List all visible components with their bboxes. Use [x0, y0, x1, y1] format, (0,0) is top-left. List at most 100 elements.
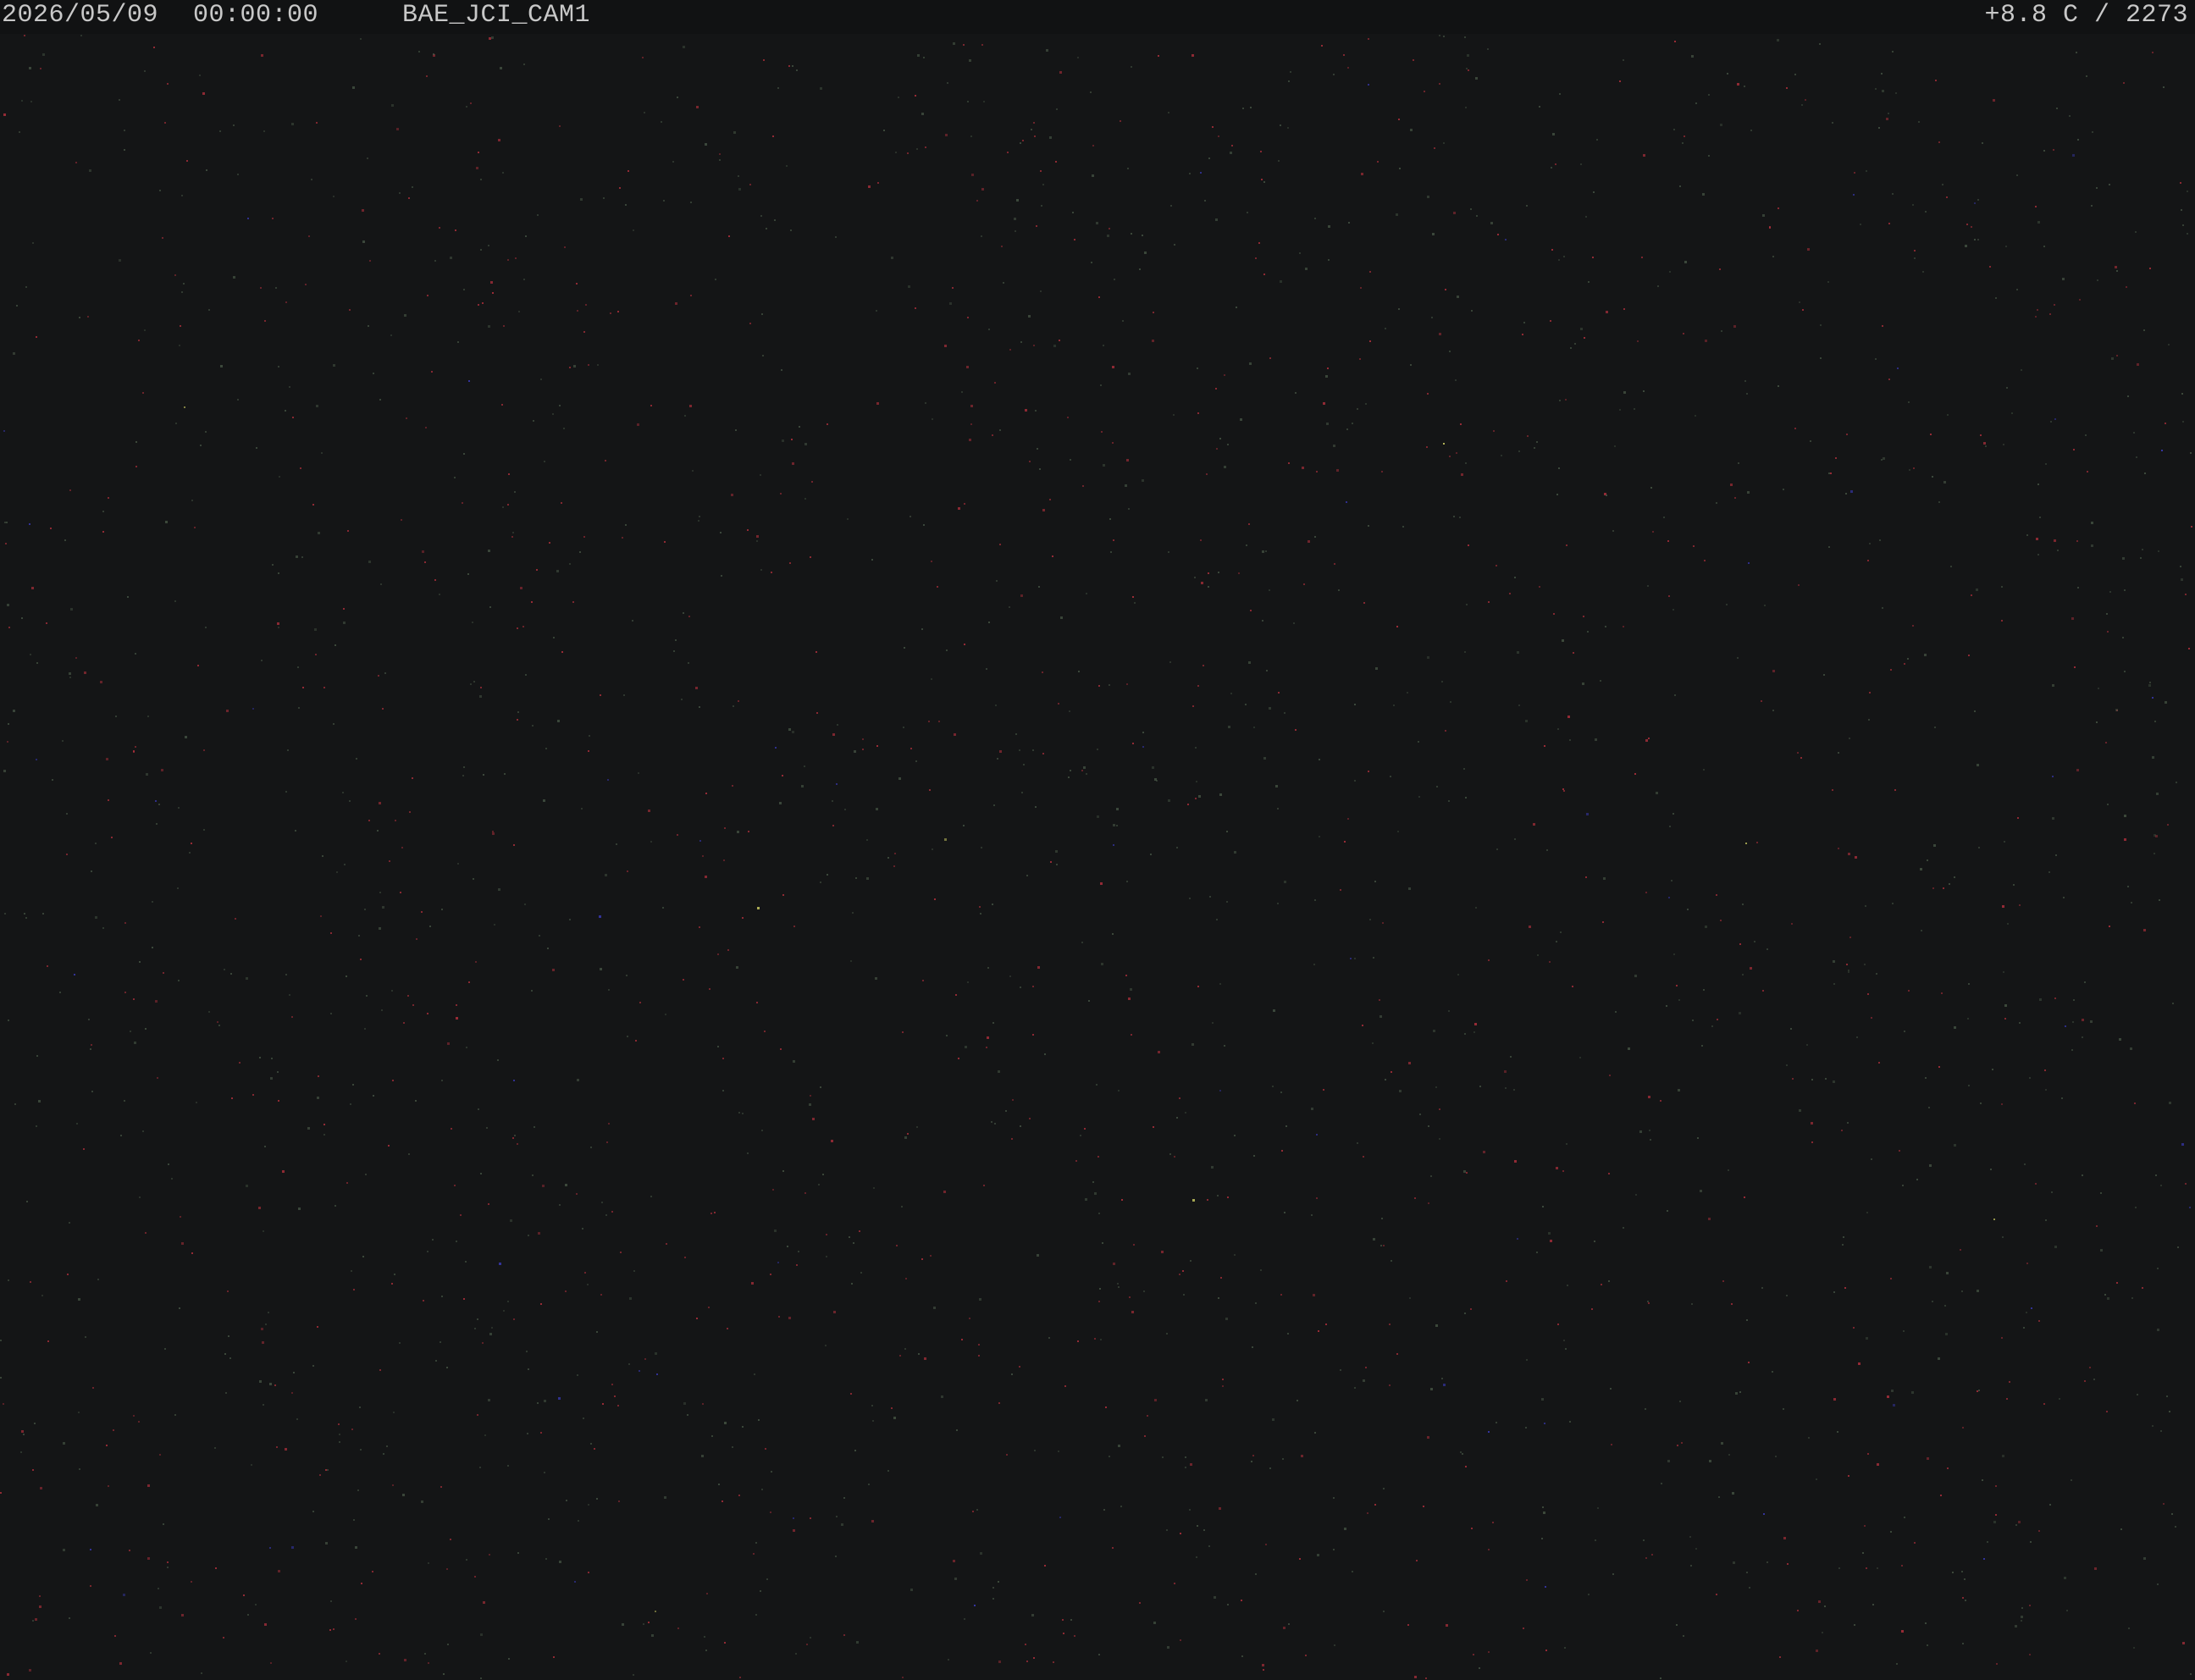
hot-pixel — [1588, 281, 1590, 283]
hot-pixel — [23, 1434, 25, 1435]
hot-pixel — [2062, 278, 2065, 280]
hot-pixel — [2149, 268, 2151, 269]
hot-pixel — [2073, 449, 2075, 450]
hot-pixel — [809, 1103, 811, 1106]
hot-pixel — [2037, 554, 2039, 555]
hot-pixel — [1249, 362, 1252, 365]
hot-pixel — [133, 998, 135, 1000]
hot-pixel — [50, 528, 52, 529]
hot-pixel — [512, 1137, 514, 1139]
hot-pixel — [1705, 340, 1707, 342]
hot-pixel — [606, 1141, 608, 1143]
hot-pixel — [2154, 834, 2156, 837]
hot-pixel — [1537, 954, 1539, 956]
hot-pixel — [617, 1405, 619, 1406]
hot-pixel — [1827, 281, 1829, 283]
hot-pixel — [1968, 983, 1970, 985]
hot-pixel — [1338, 589, 1340, 591]
hot-pixel — [1441, 1378, 1443, 1379]
hot-pixel — [380, 583, 382, 585]
hot-pixel — [291, 1016, 293, 1018]
hot-pixel — [1435, 1086, 1437, 1088]
hot-pixel — [133, 1415, 135, 1417]
hot-pixel — [161, 769, 163, 771]
hot-pixel — [1099, 1288, 1101, 1290]
hot-pixel — [311, 179, 312, 180]
hot-pixel — [1623, 308, 1625, 310]
hot-pixel — [2158, 550, 2159, 552]
hot-pixel — [1833, 1291, 1835, 1293]
hot-pixel — [2051, 1191, 2053, 1193]
hot-pixel — [804, 765, 805, 767]
hot-pixel — [2119, 1038, 2121, 1041]
hot-pixel — [782, 1170, 784, 1172]
hot-pixel — [1416, 1560, 1418, 1561]
hot-pixel — [0, 1492, 2, 1494]
hot-pixel — [179, 345, 180, 346]
hot-pixel — [979, 906, 981, 908]
hot-pixel — [1676, 1624, 1678, 1626]
hot-pixel — [226, 710, 229, 712]
hot-pixel — [2154, 853, 2155, 854]
hot-pixel — [1112, 933, 1114, 935]
hot-pixel — [2172, 1003, 2174, 1004]
hot-pixel — [1471, 310, 1473, 312]
hot-pixel — [617, 311, 619, 312]
hot-pixel — [1074, 1635, 1075, 1637]
hot-pixel — [450, 1539, 451, 1540]
hot-pixel — [106, 758, 108, 760]
hot-pixel — [1465, 1466, 1467, 1467]
hot-pixel — [1527, 435, 1529, 437]
hot-pixel — [1325, 375, 1328, 378]
hot-pixel — [1038, 586, 1040, 588]
hot-pixel — [544, 461, 545, 462]
hot-pixel — [1943, 887, 1944, 889]
hot-pixel — [1954, 1144, 1956, 1147]
hot-pixel — [16, 305, 18, 307]
hot-pixel — [2148, 684, 2151, 687]
hot-pixel — [1328, 259, 1330, 261]
hot-pixel — [1663, 517, 1665, 518]
hot-pixel — [2023, 1327, 2025, 1329]
hot-pixel — [1647, 585, 1649, 587]
hot-pixel — [1615, 1011, 1617, 1013]
hot-pixel — [1219, 983, 1221, 985]
hot-pixel — [642, 57, 644, 58]
hot-pixel — [203, 829, 205, 831]
hot-pixel — [1726, 604, 1728, 605]
hot-pixel — [67, 1274, 69, 1275]
hot-pixel — [287, 749, 289, 751]
hot-pixel — [1350, 958, 1352, 959]
hot-pixel — [507, 1465, 509, 1467]
hot-pixel — [1258, 242, 1260, 244]
hot-pixel — [1878, 1062, 1880, 1064]
hot-pixel — [812, 1118, 815, 1120]
hot-pixel — [474, 1328, 476, 1329]
hot-pixel — [1113, 539, 1114, 541]
hot-pixel — [978, 1355, 980, 1357]
hot-pixel — [1092, 145, 1094, 146]
hot-pixel — [1690, 1565, 1692, 1567]
hot-pixel — [8, 723, 9, 725]
hot-pixel — [1677, 1445, 1678, 1446]
hot-pixel — [472, 622, 473, 623]
hot-pixel — [1569, 739, 1571, 741]
hot-pixel — [431, 371, 433, 373]
hot-pixel — [75, 162, 77, 163]
hot-pixel — [32, 242, 34, 244]
hot-pixel — [825, 1345, 827, 1346]
hot-pixel — [1166, 1529, 1168, 1531]
hot-pixel — [611, 1211, 613, 1213]
hot-pixel — [261, 660, 263, 661]
hot-pixel — [194, 527, 196, 528]
hot-pixel — [1864, 964, 1866, 965]
hot-pixel — [600, 968, 602, 970]
hot-pixel — [261, 1328, 263, 1330]
hot-pixel — [517, 719, 518, 721]
hot-pixel — [1441, 681, 1443, 682]
hot-pixel — [475, 961, 477, 963]
hot-pixel — [1562, 788, 1564, 790]
hot-pixel — [1170, 205, 1172, 207]
hot-pixel — [1215, 388, 1217, 390]
hot-pixel — [1684, 261, 1687, 263]
